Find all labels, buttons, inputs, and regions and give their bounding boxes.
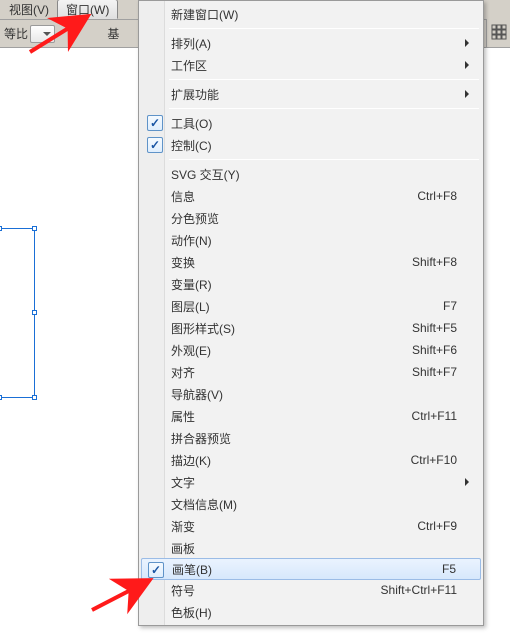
ratio-label: 等比 (4, 25, 28, 42)
menu-separator (169, 159, 479, 160)
menu-item[interactable]: ✓ 工具(O) (141, 112, 481, 134)
menu-item[interactable]: 文档信息(M) (141, 493, 481, 515)
check-icon: ✓ (147, 137, 163, 153)
menu-item-label: 控制(C) (171, 137, 212, 154)
menu-item-label: 图形样式(S) (171, 320, 235, 337)
menu-item-shortcut: Shift+F6 (412, 343, 457, 357)
menu-item-label: 导航器(V) (171, 386, 223, 403)
handle-right[interactable] (32, 310, 37, 315)
menu-item-label: 扩展功能 (171, 86, 219, 103)
menu-item-label: SVG 交互(Y) (171, 166, 240, 183)
menu-item[interactable]: ✓ 控制(C) (141, 134, 481, 156)
menu-item-label: 对齐 (171, 364, 195, 381)
right-panel-toggle[interactable] (486, 19, 510, 48)
menu-item-shortcut: F5 (442, 562, 456, 576)
menu-item-label: 渐变 (171, 518, 195, 535)
check-icon: ✓ (147, 115, 163, 131)
menu-item-label: 图层(L) (171, 298, 210, 315)
menu-item-label: 画板 (171, 540, 195, 557)
menu-item[interactable]: 变换 Shift+F8 (141, 251, 481, 273)
menu-item-shortcut: Shift+F5 (412, 321, 457, 335)
menu-item-shortcut: Shift+Ctrl+F11 (381, 583, 457, 597)
submenu-arrow-icon (465, 61, 473, 69)
menu-item-label: 动作(N) (171, 232, 212, 249)
menu-item[interactable]: 渐变 Ctrl+F9 (141, 515, 481, 537)
menu-item[interactable]: 变量(R) (141, 273, 481, 295)
menu-item[interactable]: 属性 Ctrl+F11 (141, 405, 481, 427)
menu-window[interactable]: 窗口(W) (57, 0, 118, 19)
menu-item-label: 新建窗口(W) (171, 6, 238, 23)
menu-item[interactable]: 符号 Shift+Ctrl+F11 (141, 579, 481, 601)
window-menu-dropdown: 新建窗口(W) 排列(A) 工作区扩展功能 ✓ 工具(O) ✓ 控制(C) SVG 交互(Y)… (138, 0, 484, 626)
menu-item-label: 画笔(B) (172, 561, 212, 578)
handle-top[interactable] (0, 226, 2, 231)
menu-item[interactable]: 文字 (141, 471, 481, 493)
menu-item-shortcut: Ctrl+F9 (417, 519, 457, 533)
menu-item-shortcut: Shift+F7 (412, 365, 457, 379)
check-icon: ✓ (148, 562, 164, 578)
menu-item-label: 文档信息(M) (171, 496, 237, 513)
selection-rectangle[interactable] (0, 228, 35, 398)
menu-separator (169, 79, 479, 80)
menu-item-label: 拼合器预览 (171, 430, 231, 447)
submenu-arrow-icon (465, 478, 473, 486)
menu-item[interactable]: 信息 Ctrl+F8 (141, 185, 481, 207)
menu-item-label: 描边(K) (171, 452, 211, 469)
menu-item-shortcut: Ctrl+F8 (417, 189, 457, 203)
menu-item-label: 变量(R) (171, 276, 212, 293)
menu-item[interactable]: 分色预览 (141, 207, 481, 229)
menu-item[interactable]: 色板(H) (141, 601, 481, 623)
menu-item-label: 工具(O) (171, 115, 212, 132)
ratio-select[interactable] (30, 25, 55, 43)
menu-item[interactable]: 导航器(V) (141, 383, 481, 405)
menu-item[interactable]: 工作区 (141, 54, 481, 76)
menu-item-shortcut: F7 (443, 299, 457, 313)
menu-item-shortcut: Ctrl+F11 (412, 409, 457, 423)
menu-separator (169, 28, 479, 29)
ratio-control[interactable]: 等比 (4, 25, 55, 43)
menu-item-label: 属性 (171, 408, 195, 425)
handle-bottom-right[interactable] (32, 395, 37, 400)
handle-bottom[interactable] (0, 395, 2, 400)
basic-label-fragment: 基 (107, 25, 119, 42)
menu-item[interactable]: 排列(A) (141, 32, 481, 54)
menu-item-shortcut: Shift+F8 (412, 255, 457, 269)
menu-separator (169, 108, 479, 109)
menu-item-label: 分色预览 (171, 210, 219, 227)
menu-item[interactable]: 描边(K) Ctrl+F10 (141, 449, 481, 471)
menu-item-label: 工作区 (171, 57, 207, 74)
handle-top-right[interactable] (32, 226, 37, 231)
panel-grid-icon (491, 24, 507, 40)
menu-item-label: 文字 (171, 474, 195, 491)
menu-item[interactable]: 图层(L) F7 (141, 295, 481, 317)
menu-item[interactable]: 外观(E) Shift+F6 (141, 339, 481, 361)
submenu-arrow-icon (465, 90, 473, 98)
menu-item[interactable]: 对齐 Shift+F7 (141, 361, 481, 383)
menu-item-shortcut: Ctrl+F10 (411, 453, 457, 467)
menu-item[interactable]: SVG 交互(Y) (141, 163, 481, 185)
menu-item[interactable]: 动作(N) (141, 229, 481, 251)
menu-item[interactable]: 图形样式(S) Shift+F5 (141, 317, 481, 339)
menu-item[interactable]: 新建窗口(W) (141, 3, 481, 25)
menu-item[interactable]: 画板 (141, 537, 481, 559)
menu-item[interactable]: ✓ 画笔(B) F5 (141, 558, 481, 580)
menu-item-label: 外观(E) (171, 342, 211, 359)
menu-item-label: 色板(H) (171, 604, 212, 621)
menu-item-label: 变换 (171, 254, 195, 271)
menu-view[interactable]: 视图(V) (1, 0, 57, 19)
menu-item-label: 排列(A) (171, 35, 211, 52)
menu-item[interactable]: 扩展功能 (141, 83, 481, 105)
submenu-arrow-icon (465, 39, 473, 47)
menu-item[interactable]: 拼合器预览 (141, 427, 481, 449)
menu-item-label: 符号 (171, 582, 195, 599)
menu-item-label: 信息 (171, 188, 195, 205)
